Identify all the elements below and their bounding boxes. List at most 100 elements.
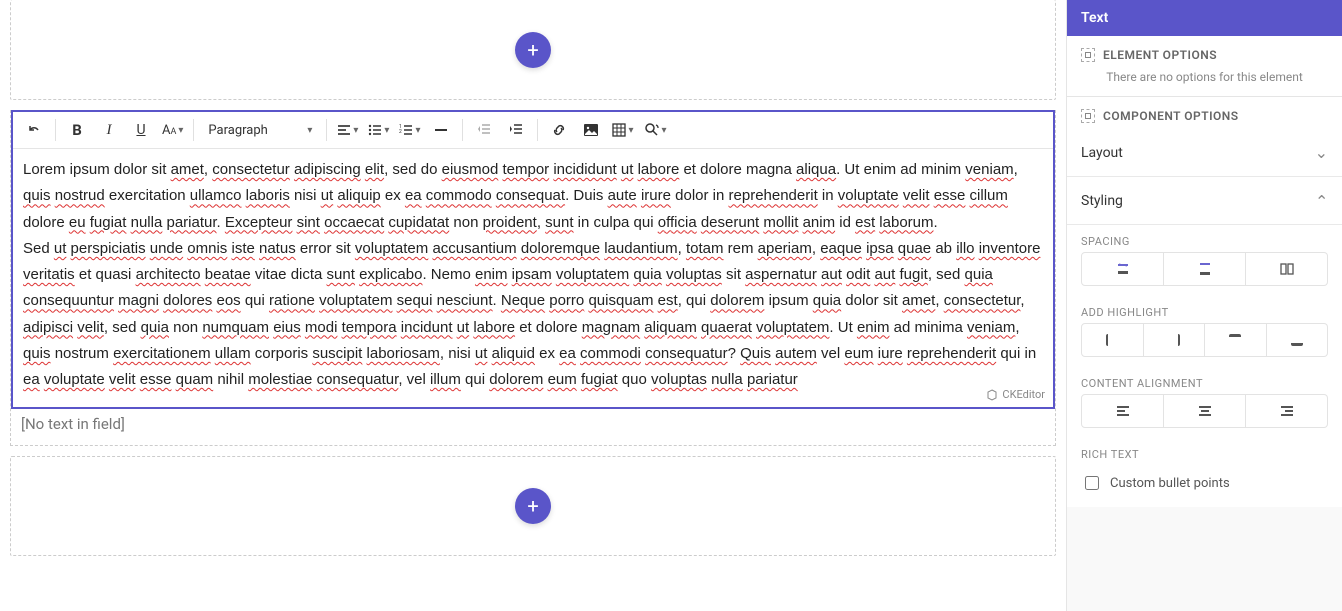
spacing-medium[interactable] (1164, 252, 1246, 286)
chevron-up-icon: ⌄ (1315, 191, 1328, 210)
bold-icon: B (72, 121, 82, 139)
spacing-options (1067, 252, 1342, 296)
custom-bullets-checkbox-row[interactable]: Custom bullet points (1067, 465, 1342, 507)
add-block-button-top[interactable]: + (515, 32, 551, 68)
bulleted-list-dropdown[interactable]: ▾ (364, 116, 393, 144)
text-block-selected[interactable]: B I U AA ▾ Paragraph ▾ (11, 110, 1055, 409)
highlight-right-icon (1166, 332, 1182, 348)
layout-accordion[interactable]: Layout ⌄ (1067, 129, 1342, 177)
link-button[interactable] (544, 116, 574, 144)
align-left-option[interactable] (1081, 394, 1164, 428)
spacing-label: SPACING (1067, 225, 1342, 252)
highlight-bottom[interactable] (1267, 323, 1329, 357)
editor-content[interactable]: Lorem ipsum dolor sit amet, consectetur … (13, 149, 1053, 407)
drop-zone-above[interactable]: + (10, 0, 1056, 100)
selection-box-icon (1081, 109, 1095, 123)
numbered-list-icon: 12 (399, 123, 413, 137)
editor-toolbar: B I U AA ▾ Paragraph ▾ (13, 112, 1053, 149)
component-options-section: COMPONENT OPTIONS (1067, 97, 1342, 129)
italic-button[interactable]: I (94, 116, 124, 144)
chevron-down-icon: ▾ (662, 125, 667, 136)
numbered-list-dropdown[interactable]: 12 ▾ (395, 116, 424, 144)
element-options-section: ELEMENT OPTIONS There are no options for… (1067, 36, 1342, 97)
highlight-left[interactable] (1081, 323, 1144, 357)
alignment-label: CONTENT ALIGNMENT (1067, 367, 1342, 394)
align-center-option[interactable] (1164, 394, 1246, 428)
element-options-title: ELEMENT OPTIONS (1103, 48, 1217, 62)
richtext-label: RICH TEXT (1067, 438, 1342, 465)
plus-icon: + (527, 38, 538, 62)
chevron-down-icon: ▾ (353, 125, 358, 136)
inspector-sidebar: Text ELEMENT OPTIONS There are no option… (1066, 0, 1342, 611)
selection-box-icon (1081, 48, 1095, 62)
underline-button[interactable]: U (126, 116, 156, 144)
italic-icon: I (107, 122, 112, 139)
horizontal-rule-button[interactable] (426, 116, 456, 144)
highlight-options (1067, 323, 1342, 367)
chevron-down-icon: ⌄ (1315, 143, 1328, 162)
align-left-icon (1115, 403, 1131, 419)
outdent-icon (477, 123, 491, 137)
table-dropdown[interactable]: ▾ (608, 116, 637, 144)
find-replace-icon (644, 122, 660, 138)
image-icon (583, 122, 599, 138)
spacing-none-icon (1115, 261, 1131, 277)
canvas: + B I U AA ▾ (0, 0, 1066, 611)
styling-label: Styling (1081, 193, 1123, 209)
component-options-title: COMPONENT OPTIONS (1103, 109, 1239, 123)
bold-button[interactable]: B (62, 116, 92, 144)
outdent-button[interactable] (469, 116, 499, 144)
underline-icon: U (136, 122, 145, 138)
add-block-button-bottom[interactable]: + (515, 488, 551, 524)
custom-bullets-checkbox[interactable] (1085, 476, 1099, 490)
align-left-icon (337, 123, 351, 137)
align-center-icon (1197, 403, 1213, 419)
chevron-down-icon: ▾ (415, 125, 420, 136)
align-right-icon (1279, 403, 1295, 419)
element-options-note: There are no options for this element (1081, 70, 1328, 84)
chevron-down-icon: ▾ (178, 125, 183, 136)
find-replace-dropdown[interactable]: ▾ (640, 116, 671, 144)
ckeditor-logo-icon (986, 389, 998, 401)
ckeditor-badge[interactable]: CKEditor (986, 388, 1045, 401)
font-size-icon: AA (162, 123, 176, 138)
plus-icon: + (527, 494, 538, 518)
heading-dropdown[interactable]: Paragraph ▾ (200, 116, 320, 144)
spacing-large-icon (1279, 261, 1295, 277)
heading-label: Paragraph (208, 123, 267, 138)
horizontal-rule-icon (434, 123, 448, 137)
spacing-medium-icon (1197, 261, 1213, 277)
undo-button[interactable] (19, 116, 49, 144)
highlight-top[interactable] (1205, 323, 1267, 357)
paragraph-2: Sed ut perspiciatis unde omnis iste natu… (23, 236, 1043, 394)
highlight-label: ADD HIGHLIGHT (1067, 296, 1342, 323)
undo-icon (26, 122, 42, 138)
align-right-option[interactable] (1246, 394, 1328, 428)
layout-label: Layout (1081, 145, 1123, 161)
paragraph-1: Lorem ipsum dolor sit amet, consectetur … (23, 157, 1043, 236)
chevron-down-icon: ▾ (307, 125, 312, 136)
toolbar-separator (462, 119, 463, 141)
table-icon (612, 123, 626, 137)
alignment-options (1067, 394, 1342, 438)
custom-bullets-label: Custom bullet points (1110, 476, 1230, 491)
highlight-bottom-icon (1289, 332, 1305, 348)
toolbar-separator (193, 119, 194, 141)
font-size-dropdown[interactable]: AA ▾ (158, 116, 187, 144)
empty-text-placeholder[interactable]: [No text in field] (11, 409, 1055, 443)
align-dropdown[interactable]: ▾ (333, 116, 362, 144)
styling-accordion[interactable]: Styling ⌄ (1067, 177, 1342, 225)
chevron-down-icon: ▾ (384, 125, 389, 136)
bulleted-list-icon (368, 123, 382, 137)
image-button[interactable] (576, 116, 606, 144)
indent-button[interactable] (501, 116, 531, 144)
indent-icon (509, 123, 523, 137)
drop-zone-below[interactable]: + (10, 456, 1056, 556)
highlight-right[interactable] (1144, 323, 1206, 357)
spacing-large[interactable] (1246, 252, 1328, 286)
sidebar-title: Text (1067, 0, 1342, 36)
highlight-top-icon (1227, 332, 1243, 348)
toolbar-separator (55, 119, 56, 141)
spacing-none[interactable] (1081, 252, 1164, 286)
svg-text:2: 2 (399, 129, 402, 135)
